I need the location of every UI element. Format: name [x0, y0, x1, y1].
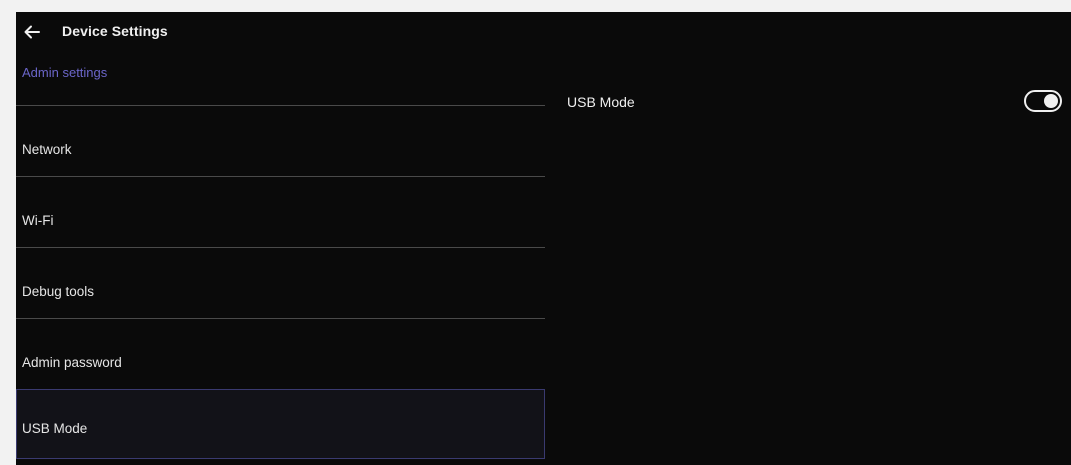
menu-item-label: Debug tools: [22, 284, 95, 299]
settings-menu: Network Wi-Fi Debug tools Admin password…: [16, 105, 545, 459]
detail-panel: USB Mode: [567, 12, 1071, 465]
menu-item-usb-mode[interactable]: USB Mode: [16, 389, 545, 459]
menu-item-label: Wi-Fi: [22, 213, 54, 228]
page-title: Device Settings: [62, 23, 168, 39]
menu-item-wifi[interactable]: Wi-Fi: [16, 176, 545, 247]
menu-item-label: USB Mode: [22, 421, 88, 436]
device-settings-screen: Device Settings Admin settings Network W…: [16, 12, 1071, 465]
section-label-admin-settings: Admin settings: [22, 65, 108, 80]
menu-item-admin-password[interactable]: Admin password: [16, 318, 545, 389]
arrow-left-icon[interactable]: [22, 22, 42, 42]
menu-item-debug-tools[interactable]: Debug tools: [16, 247, 545, 318]
toggle-knob: [1044, 94, 1058, 108]
menu-item-network[interactable]: Network: [16, 105, 545, 176]
menu-item-label: Admin password: [22, 355, 122, 370]
menu-item-label: Network: [22, 142, 72, 157]
usb-mode-label: USB Mode: [567, 94, 635, 110]
header: Device Settings Admin settings: [16, 12, 545, 105]
usb-mode-toggle[interactable]: [1024, 90, 1062, 112]
